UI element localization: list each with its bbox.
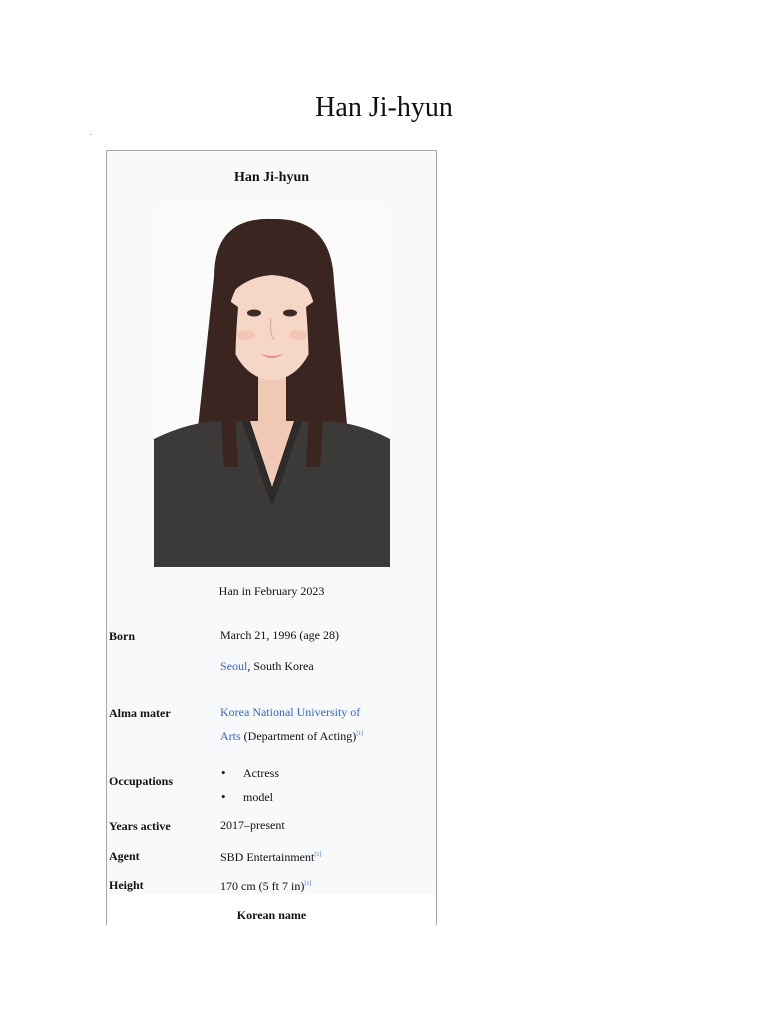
- photo-caption: Han in February 2023: [218, 584, 325, 598]
- years-active-label: Years active: [109, 819, 171, 833]
- born-label: Born: [109, 629, 136, 643]
- korean-name-header: Korean name: [236, 908, 307, 922]
- born-date: March 21, 1996 (age 28): [220, 628, 339, 642]
- portrait-photo[interactable]: [154, 207, 390, 567]
- occupation-item: Actress: [221, 765, 279, 781]
- born-place-country: , South Korea: [247, 659, 314, 673]
- university-link-line2[interactable]: Arts: [220, 729, 241, 743]
- seoul-link[interactable]: Seoul: [220, 659, 247, 673]
- occupation-item: model: [221, 789, 273, 805]
- university-link-line1[interactable]: Korea National University of: [220, 705, 360, 719]
- page-title: Han Ji-hyun: [315, 92, 453, 123]
- department-text: (Department of Acting): [240, 729, 357, 743]
- infobox-title: Han Ji-hyun: [233, 170, 310, 185]
- agent-text: SBD Entertainment: [220, 850, 315, 864]
- agent-label: Agent: [109, 849, 140, 863]
- born-place: Seoul, South Korea: [220, 655, 420, 677]
- infobox: Han Ji-hyun Han in February 2023 Born Ma…: [106, 150, 437, 926]
- agent-ref[interactable]: [1]: [314, 852, 321, 858]
- height-label: Height: [109, 878, 144, 892]
- height-ref[interactable]: [1]: [304, 881, 311, 887]
- alma-mater-label: Alma mater: [109, 706, 171, 720]
- stray-mark: .: [90, 128, 92, 137]
- occupations-label: Occupations: [109, 774, 174, 788]
- alma-mater-ref[interactable]: [1]: [356, 731, 363, 737]
- years-active-value: 2017–present: [220, 818, 285, 832]
- portrait-illustration: [154, 207, 390, 567]
- height-text: 170 cm (5 ft 7 in): [220, 879, 305, 893]
- agent-value: SBD Entertainment[1]: [220, 844, 420, 868]
- alma-mater-value: Korea National University of Arts (Depar…: [220, 701, 420, 747]
